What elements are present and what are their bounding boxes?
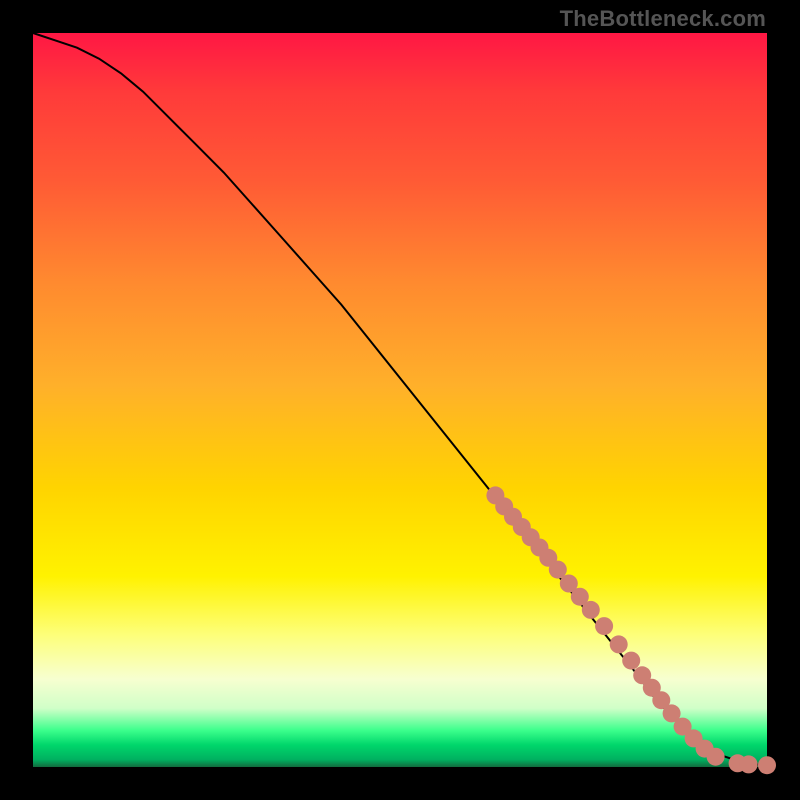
- data-marker: [610, 635, 628, 653]
- curve-line: [33, 33, 767, 766]
- data-marker: [582, 601, 600, 619]
- data-marker: [622, 652, 640, 670]
- data-marker: [595, 617, 613, 635]
- data-marker: [758, 756, 776, 774]
- data-marker: [740, 755, 758, 773]
- attribution-label: TheBottleneck.com: [560, 6, 766, 32]
- data-marker: [707, 748, 725, 766]
- chart-frame: TheBottleneck.com: [0, 0, 800, 800]
- marker-group: [486, 486, 776, 774]
- chart-overlay: [33, 33, 767, 767]
